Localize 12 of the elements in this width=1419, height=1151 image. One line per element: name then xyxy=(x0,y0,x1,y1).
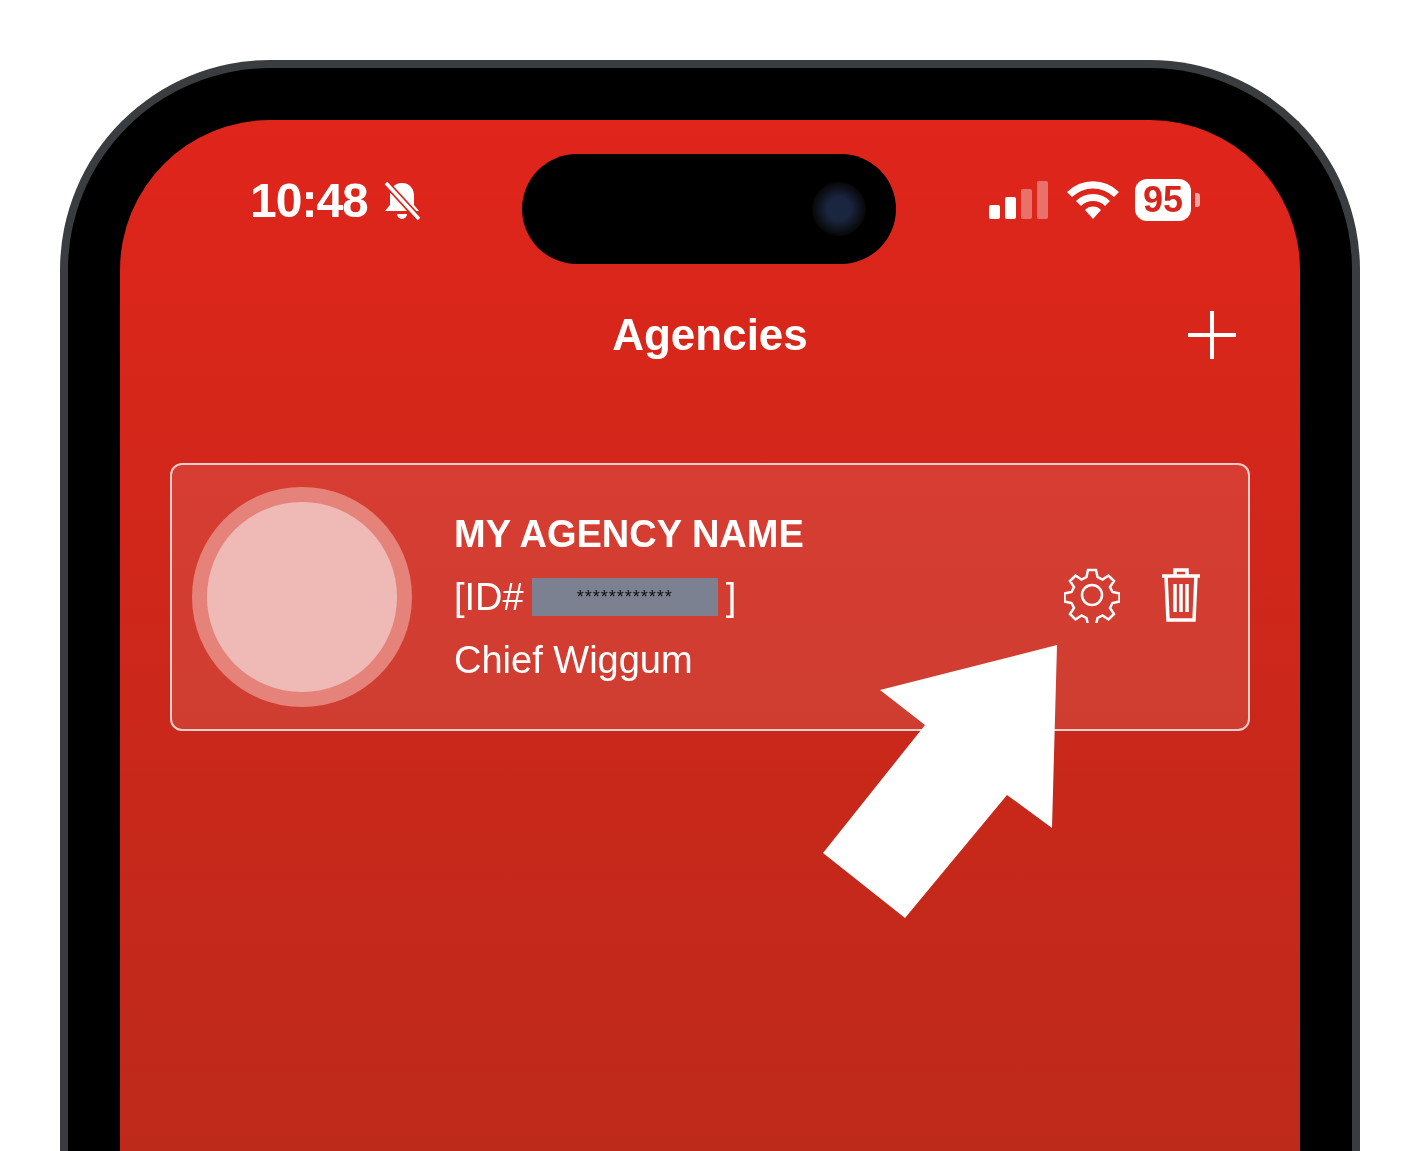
status-time: 10:48 xyxy=(250,172,368,228)
agency-name: MY AGENCY NAME xyxy=(454,512,805,556)
settings-icon[interactable] xyxy=(1064,566,1120,626)
masked-id: ************ xyxy=(531,578,718,616)
screen-title: Agencies xyxy=(612,310,808,360)
signal-icon xyxy=(988,181,1051,219)
id-label: [ID# xyxy=(454,575,524,619)
id-bracket: ] xyxy=(725,575,737,619)
agency-card[interactable]: MY AGENCY NAME [ID# ************ ] Chief Wiggum xyxy=(170,463,1250,731)
add-icon[interactable] xyxy=(1186,309,1238,361)
bell-slash-icon xyxy=(381,179,422,221)
contact-name: Chief Wiggum xyxy=(454,638,694,682)
